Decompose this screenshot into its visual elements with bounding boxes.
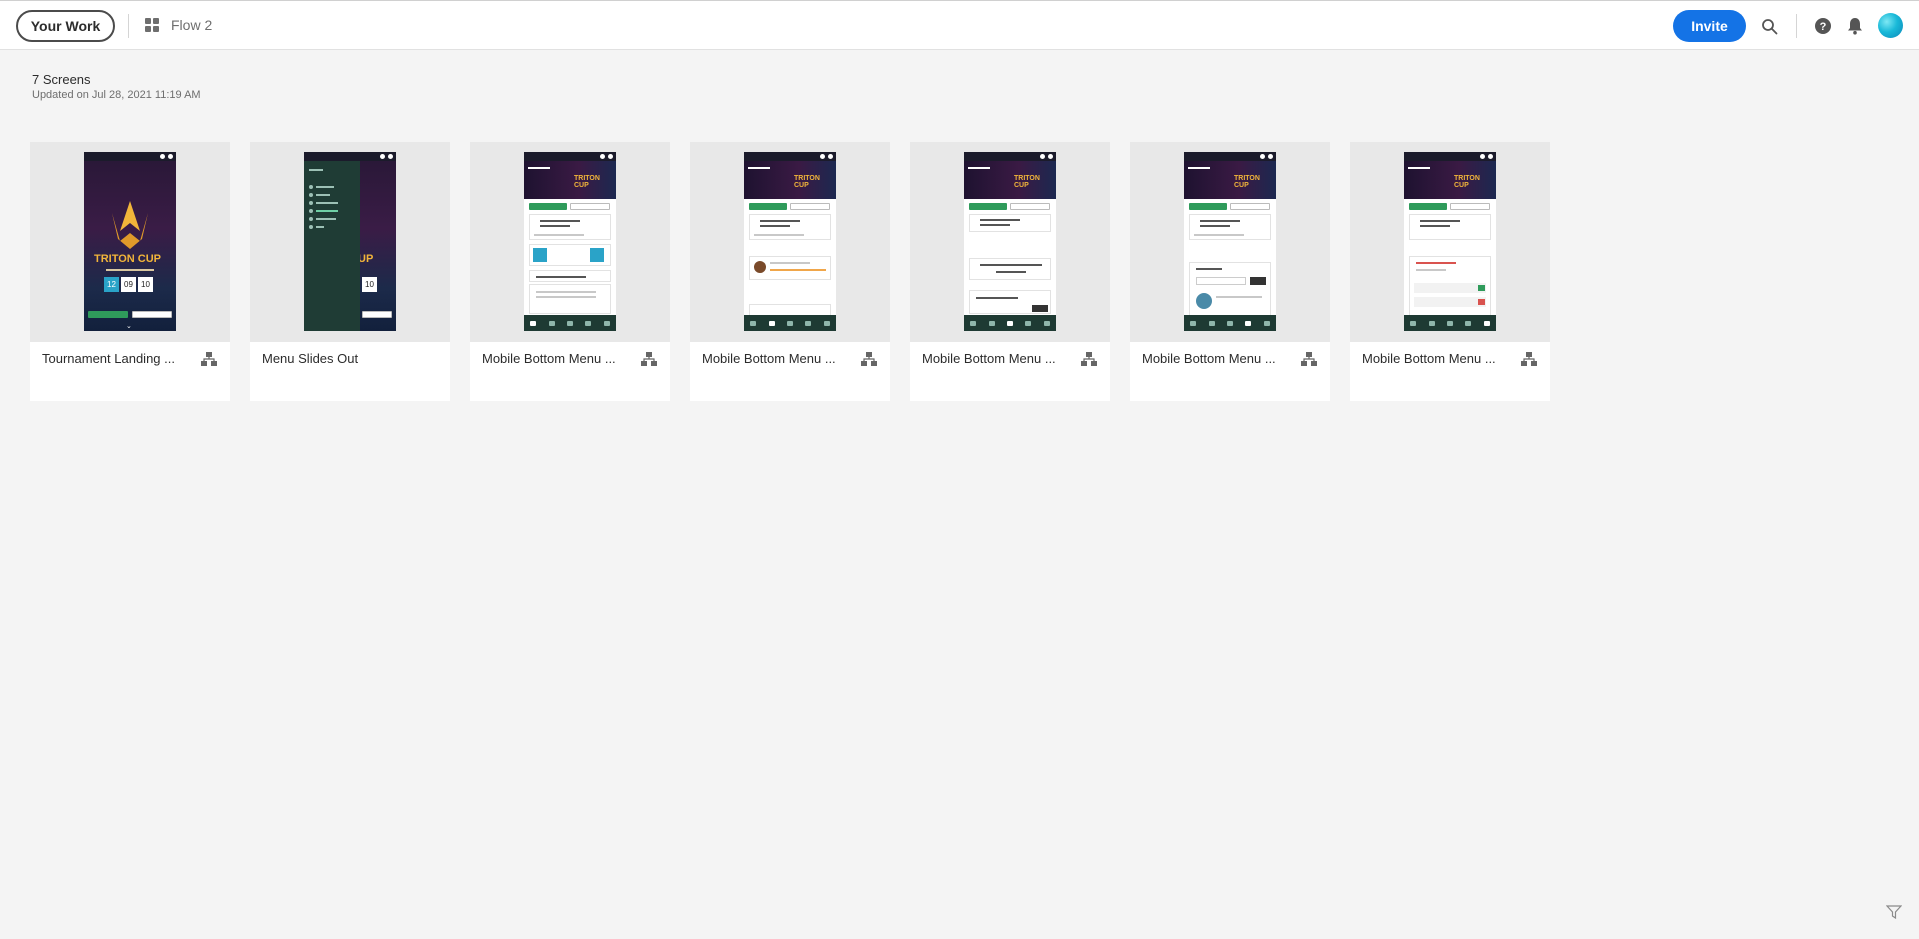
phone-preview: UP 10 — [304, 152, 396, 331]
divider — [1796, 14, 1797, 38]
screens-grid: TRITON CUP 12 09 10 ⌄ Tournament Landing… — [30, 142, 1550, 401]
screen-title[interactable]: Mobile Bottom Menu ... — [482, 351, 632, 366]
phone-preview: TRITON CUP — [744, 152, 836, 331]
search-icon[interactable] — [1759, 16, 1779, 36]
screen-thumbnail[interactable]: TRITON CUP — [470, 142, 670, 342]
grid-icon[interactable] — [145, 18, 159, 32]
phone-preview: TRITON CUP — [1404, 152, 1496, 331]
phone-preview: TRITON CUP 12 09 10 ⌄ — [84, 152, 176, 331]
screen-card[interactable]: TRITON CUP Mobile Bottom Menu ... — [1350, 142, 1550, 401]
svg-text:?: ? — [1820, 21, 1827, 33]
countdown-hours: 09 — [121, 277, 136, 292]
screen-card[interactable]: TRITON CUP Mobile Bottom Menu ... — [690, 142, 890, 401]
updated-timestamp: Updated on Jul 28, 2021 11:19 AM — [32, 89, 201, 101]
chevron-down-icon: ⌄ — [126, 323, 132, 330]
screen-thumbnail[interactable]: TRITON CUP — [690, 142, 890, 342]
triton-cup-logo: TRITON CUP — [94, 253, 162, 265]
bell-icon[interactable] — [1845, 16, 1865, 36]
screen-thumbnail[interactable]: TRITON CUP — [1350, 142, 1550, 342]
screen-title[interactable]: Mobile Bottom Menu ... — [1362, 351, 1512, 366]
flow-icon[interactable] — [1301, 351, 1317, 367]
screen-title[interactable]: Menu Slides Out — [262, 351, 412, 366]
help-icon[interactable]: ? — [1813, 16, 1833, 36]
feedback-icon[interactable] — [1886, 905, 1902, 919]
countdown-days: 12 — [104, 277, 119, 292]
invite-button[interactable]: Invite — [1673, 10, 1746, 42]
screen-card[interactable]: TRITON CUP Mobile Bottom Menu ... — [910, 142, 1110, 401]
screen-card[interactable]: TRITON CUP Mobile Bottom Menu ... — [1130, 142, 1330, 401]
screen-card[interactable]: UP 10 Menu Slides Out — [250, 142, 450, 401]
screen-title[interactable]: Tournament Landing ... — [42, 351, 192, 366]
flow-icon[interactable] — [1081, 351, 1097, 367]
avatar[interactable] — [1878, 13, 1903, 38]
phone-preview: TRITON CUP — [1184, 152, 1276, 331]
flow-icon[interactable] — [201, 351, 217, 367]
screen-thumbnail[interactable]: TRITON CUP — [910, 142, 1110, 342]
divider — [128, 14, 129, 38]
screen-count: 7 Screens — [32, 72, 91, 87]
screen-card[interactable]: TRITON CUP Mobile Bottom Menu ... — [470, 142, 670, 401]
side-menu-panel — [304, 161, 360, 331]
phone-preview: TRITON CUP — [964, 152, 1056, 331]
screen-title[interactable]: Mobile Bottom Menu ... — [922, 351, 1072, 366]
screen-card[interactable]: TRITON CUP 12 09 10 ⌄ Tournament Landing… — [30, 142, 230, 401]
breadcrumb-flow[interactable]: Flow 2 — [171, 17, 212, 33]
top-bar: Your Work Flow 2 Invite ? — [0, 0, 1919, 50]
screen-title[interactable]: Mobile Bottom Menu ... — [702, 351, 852, 366]
flow-icon[interactable] — [1521, 351, 1537, 367]
screen-thumbnail[interactable]: UP 10 — [250, 142, 450, 342]
screen-thumbnail[interactable]: TRITON CUP 12 09 10 ⌄ — [30, 142, 230, 342]
flow-icon[interactable] — [641, 351, 657, 367]
flow-icon[interactable] — [861, 351, 877, 367]
screen-title[interactable]: Mobile Bottom Menu ... — [1142, 351, 1292, 366]
your-work-button[interactable]: Your Work — [16, 10, 115, 42]
screen-thumbnail[interactable]: TRITON CUP — [1130, 142, 1330, 342]
phone-preview: TRITON CUP — [524, 152, 616, 331]
countdown-minutes: 10 — [138, 277, 153, 292]
